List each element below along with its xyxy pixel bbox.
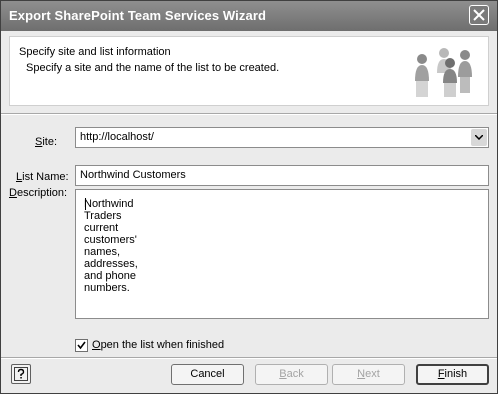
wizard-header: Specify site and list information Specif… [9, 36, 489, 106]
site-dropdown[interactable]: http://localhost/ [75, 127, 489, 148]
open-list-label[interactable]: Open the list when finished [92, 339, 224, 351]
description-field[interactable]: Northwind Traders current customers' nam… [75, 189, 489, 319]
people-icon [415, 48, 472, 97]
list-name-label: List Name: [16, 171, 69, 183]
open-list-checkbox[interactable] [75, 339, 88, 352]
header-title: Specify site and list information [19, 46, 171, 58]
help-icon [14, 367, 28, 381]
back-button[interactable]: Back [255, 364, 328, 385]
back-button-rest: ack [286, 368, 304, 380]
list-name-value: Northwind Customers [80, 169, 186, 181]
text-caret [85, 198, 86, 210]
header-divider [1, 113, 497, 115]
wizard-window: Export SharePoint Team Services Wizard S… [0, 0, 498, 394]
site-label: Site: [35, 136, 57, 148]
site-value: http://localhost/ [80, 131, 154, 143]
open-list-label-rest: pen the list when finished [100, 339, 225, 351]
finish-button[interactable]: Finish [416, 364, 489, 385]
title-bar[interactable]: Export SharePoint Team Services Wizard [1, 1, 497, 31]
window-title: Export SharePoint Team Services Wizard [9, 8, 267, 23]
header-subtitle: Specify a site and the name of the list … [26, 62, 280, 74]
close-button[interactable] [469, 5, 489, 25]
footer-divider [1, 357, 497, 359]
help-button[interactable] [11, 364, 31, 384]
finish-button-accel: F [437, 368, 445, 380]
next-button-rest: ext [365, 368, 380, 380]
open-list-label-accel: O [92, 339, 101, 351]
cancel-button[interactable]: Cancel [171, 364, 244, 385]
next-button-accel: N [357, 368, 366, 380]
site-dropdown-button[interactable] [471, 129, 487, 146]
description-label: Description: [9, 187, 67, 199]
finish-button-rest: inish [444, 368, 468, 380]
back-button-accel: B [279, 368, 287, 380]
chevron-down-icon [475, 135, 483, 140]
site-label-rest: ite: [42, 136, 58, 148]
description-value: Northwind Traders current customers' nam… [84, 198, 138, 294]
description-label-accel: D [9, 187, 17, 199]
list-name-label-rest: ist Name: [22, 171, 69, 183]
description-label-rest: escription: [16, 187, 68, 199]
next-button[interactable]: Next [332, 364, 405, 385]
checkmark-icon [77, 341, 86, 350]
list-name-field[interactable]: Northwind Customers [75, 165, 489, 186]
close-icon [473, 9, 485, 21]
